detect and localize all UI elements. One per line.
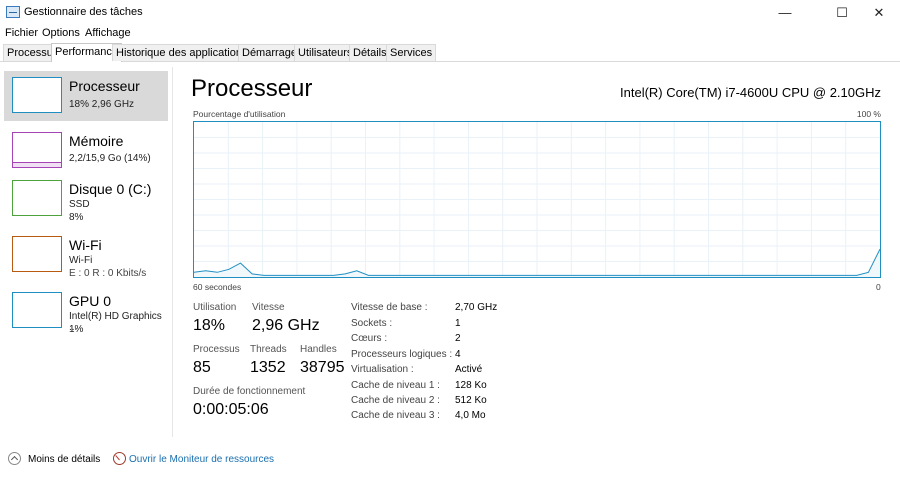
processus-value: 85: [193, 359, 211, 376]
sidebar-item-title: GPU 0: [69, 293, 112, 309]
graph-zero-label: 0: [876, 282, 881, 292]
detail-value: 512 Ko: [455, 395, 487, 406]
chevron-up-icon[interactable]: [8, 452, 21, 465]
window-title: Gestionnaire des tâches: [24, 6, 143, 18]
graph-max-label: 100 %: [856, 109, 881, 119]
menu-affichage[interactable]: Affichage: [85, 27, 131, 39]
tab-demarrage[interactable]: Démarrage: [238, 44, 302, 61]
graph-label: Pourcentage d'utilisation: [193, 109, 286, 119]
detail-value: 4: [455, 349, 461, 360]
disk-thumbnail: [12, 180, 62, 216]
sidebar-item-title: Processeur: [69, 78, 140, 94]
sidebar-item-sub: 18% 2,96 GHz: [69, 99, 135, 110]
footer-bar: Moins de détails Ouvrir le Moniteur de r…: [0, 448, 900, 472]
sidebar-item-sub2: 8%: [69, 212, 84, 223]
resource-monitor-icon: [113, 452, 126, 465]
handles-value: 38795: [300, 359, 345, 376]
cpu-panel: Processeur Intel(R) Core(TM) i7-4600U CP…: [172, 67, 900, 437]
sidebar-item-sub: Intel(R) HD Graphics ...: [69, 311, 162, 333]
wifi-thumbnail: [12, 236, 62, 272]
sidebar-item-sub: SSD: [69, 199, 90, 210]
utilisation-value: 18%: [193, 317, 226, 334]
sidebar-item-wifi[interactable]: Wi-Fi Wi-Fi E : 0 R : 0 Kbits/s: [4, 230, 168, 280]
detail-value: 1: [455, 318, 461, 329]
resource-sidebar: Processeur 18% 2,96 GHz Mémoire 2,2/15,9…: [0, 67, 173, 437]
resource-monitor-link[interactable]: Ouvrir le Moniteur de ressources: [129, 454, 274, 465]
sidebar-item-disque[interactable]: Disque 0 (C:) SSD 8%: [4, 174, 168, 224]
detail-key: Cache de niveau 1 :: [351, 380, 440, 391]
detail-value: 2,70 GHz: [455, 302, 498, 313]
sidebar-item-processeur[interactable]: Processeur 18% 2,96 GHz: [4, 71, 168, 121]
sidebar-item-sub: Wi-Fi: [69, 255, 93, 266]
threads-value: 1352: [250, 359, 286, 376]
detail-key: Sockets :: [351, 318, 393, 329]
title-bar: Gestionnaire des tâches — ☐ ✕: [0, 0, 900, 25]
menu-options[interactable]: Options: [42, 27, 80, 39]
sidebar-item-sub2: 1%: [69, 324, 84, 335]
utilisation-label: Utilisation: [193, 302, 237, 313]
threads-label: Threads: [250, 344, 287, 355]
less-details-button[interactable]: Moins de détails: [28, 454, 100, 465]
close-button[interactable]: ✕: [856, 0, 900, 25]
detail-key: Cache de niveau 3 :: [351, 410, 440, 421]
detail-value: 2: [455, 333, 461, 344]
graph-time-label: 60 secondes: [193, 282, 242, 292]
tab-utilisateurs[interactable]: Utilisateurs: [294, 44, 357, 61]
detail-key: Vitesse de base :: [351, 302, 428, 313]
detail-key: Virtualisation :: [351, 364, 414, 375]
sidebar-item-title: Disque 0 (C:): [69, 181, 152, 197]
cpu-usage-chart: [193, 122, 881, 277]
tab-details[interactable]: Détails: [349, 44, 391, 61]
minimize-button[interactable]: —: [762, 0, 808, 25]
uptime-label: Durée de fonctionnement: [193, 386, 306, 397]
tab-services[interactable]: Services: [386, 44, 437, 61]
detail-value: 4,0 Mo: [455, 410, 486, 421]
cpu-thumbnail: [12, 77, 62, 113]
memory-thumbnail: [12, 132, 62, 168]
processus-label: Processus: [193, 344, 240, 355]
sidebar-item-gpu[interactable]: GPU 0 Intel(R) HD Graphics ... 1%: [4, 286, 168, 336]
cpu-model-name: Intel(R) Core(TM) i7-4600U CPU @ 2.10GHz: [620, 85, 881, 100]
sidebar-item-title: Mémoire: [69, 133, 124, 149]
vitesse-value: 2,96 GHz: [252, 317, 320, 334]
page-title: Processeur: [191, 75, 313, 102]
uptime-value: 0:00:05:06: [193, 401, 269, 418]
menu-bar: Fichier Options Affichage: [0, 25, 900, 43]
sidebar-item-sub2: E : 0 R : 0 Kbits/s: [69, 268, 147, 279]
gpu-thumbnail: [12, 292, 62, 328]
detail-value: 128 Ko: [455, 380, 487, 391]
sidebar-item-memoire[interactable]: Mémoire 2,2/15,9 Go (14%): [4, 126, 168, 176]
task-manager-icon: [6, 6, 20, 18]
tab-historique[interactable]: Historique des applications: [112, 44, 252, 61]
detail-key: Cache de niveau 2 :: [351, 395, 440, 406]
detail-value: Activé: [455, 364, 483, 375]
cpu-usage-graph: [193, 121, 881, 278]
sidebar-item-sub: 2,2/15,9 Go (14%): [69, 153, 151, 164]
handles-label: Handles: [300, 344, 337, 355]
vitesse-label: Vitesse: [252, 302, 285, 313]
tab-bar: Processus Performance Historique des app…: [0, 43, 900, 62]
menu-fichier[interactable]: Fichier: [5, 27, 38, 39]
sidebar-item-title: Wi-Fi: [69, 237, 102, 253]
detail-key: Cœurs :: [351, 333, 388, 344]
detail-key: Processeurs logiques :: [351, 349, 453, 360]
